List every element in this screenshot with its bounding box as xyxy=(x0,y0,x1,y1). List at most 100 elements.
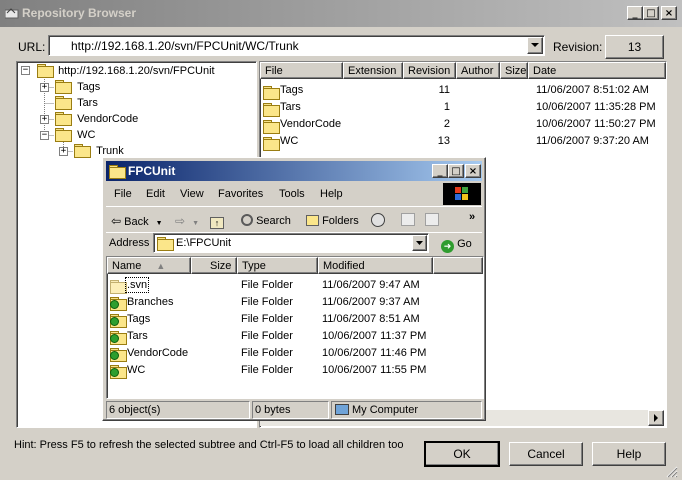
toolbar-overflow-button[interactable]: » xyxy=(469,208,475,226)
cancel-button[interactable]: Cancel xyxy=(509,442,583,466)
tree-item-label: Trunk xyxy=(96,145,124,157)
file-name: WC xyxy=(280,135,299,147)
up-folder-button[interactable]: ↑ xyxy=(210,212,224,230)
tree-item-vendorcode[interactable]: + VendorCode xyxy=(40,111,138,127)
maximize-button[interactable]: □ xyxy=(643,6,659,20)
svn-status-icon xyxy=(110,334,119,343)
tree-item-label: VendorCode xyxy=(77,113,139,125)
go-label: Go xyxy=(457,238,472,250)
column-header-revision[interactable]: Revision xyxy=(403,62,456,79)
list-item[interactable]: .svn File Folder 11/06/2007 9:47 AM xyxy=(107,277,481,294)
list-item[interactable]: Tars File Folder 10/06/2007 11:37 PM xyxy=(107,328,481,345)
cancel-button-label: Cancel xyxy=(527,447,565,461)
list-item[interactable]: Tags 11 11/06/2007 8:51:02 AM xyxy=(260,82,664,100)
help-button-label: Help xyxy=(616,447,642,461)
explorer-title-bar[interactable]: FPCUnit _ □ × xyxy=(106,161,482,181)
column-header-size[interactable]: Size xyxy=(500,62,528,79)
title-bar[interactable]: Repository Browser _ □ × xyxy=(0,0,682,27)
list-item[interactable]: Branches File Folder 11/06/2007 9:37 AM xyxy=(107,294,481,311)
folder-icon xyxy=(263,137,280,151)
url-dropdown-button[interactable] xyxy=(527,37,543,54)
menu-edit[interactable]: Edit xyxy=(146,186,165,202)
folder-icon xyxy=(74,144,91,158)
forward-button[interactable]: ⇨ ▼ xyxy=(175,212,199,230)
up-folder-icon: ↑ xyxy=(210,217,224,229)
revision-button[interactable]: 13 xyxy=(605,35,664,59)
explorer-window[interactable]: FPCUnit _ □ × File Edit View Favorites T… xyxy=(102,157,486,421)
menu-help[interactable]: Help xyxy=(320,186,343,202)
file-date: 11/06/2007 9:37:20 AM xyxy=(536,135,649,147)
expand-icon[interactable]: + xyxy=(40,83,49,92)
file-modified: 11/06/2007 9:37 AM xyxy=(322,296,420,308)
minimize-button[interactable]: _ xyxy=(627,6,643,20)
computer-icon xyxy=(335,404,349,415)
file-modified: 10/06/2007 11:37 PM xyxy=(322,330,427,342)
list-item[interactable]: VendorCode 2 10/06/2007 11:50:27 PM xyxy=(260,116,664,134)
collapse-icon[interactable]: − xyxy=(40,131,49,140)
column-header-date[interactable]: Date xyxy=(528,62,666,79)
column-header-author[interactable]: Author xyxy=(456,62,500,79)
back-button[interactable]: ⇦ Back ▼ xyxy=(111,212,163,230)
svn-status-icon xyxy=(110,351,119,360)
menu-favorites[interactable]: Favorites xyxy=(218,186,263,202)
column-header-file[interactable]: File xyxy=(260,62,343,79)
address-value: E:\FPCUnit xyxy=(176,237,232,249)
expand-icon[interactable]: + xyxy=(40,115,49,124)
explorer-minimize-button[interactable]: _ xyxy=(432,164,448,178)
file-name: Tars xyxy=(280,101,301,113)
column-header-modified[interactable]: Modified xyxy=(318,257,433,274)
folder-icon xyxy=(37,64,54,78)
chevron-down-icon xyxy=(531,43,539,47)
folders-button[interactable]: Folders xyxy=(306,212,359,230)
svn-status-icon xyxy=(110,368,119,377)
menu-tools[interactable]: Tools xyxy=(279,186,305,202)
chevron-down-icon xyxy=(416,241,423,245)
folders-label: Folders xyxy=(322,215,359,227)
address-field[interactable]: E:\FPCUnit xyxy=(153,233,429,253)
tree-item-tags[interactable]: + Tags xyxy=(40,79,100,95)
menu-view[interactable]: View xyxy=(180,186,204,202)
menu-separator xyxy=(106,206,482,207)
tree-item-wc[interactable]: − WC xyxy=(40,127,95,143)
ok-button[interactable]: OK xyxy=(424,441,500,467)
menu-file[interactable]: File xyxy=(114,186,132,202)
collapse-icon[interactable]: − xyxy=(21,66,30,75)
close-button[interactable]: × xyxy=(661,6,677,20)
list-item[interactable]: WC File Folder 10/06/2007 11:55 PM xyxy=(107,362,481,379)
explorer-maximize-button[interactable]: □ xyxy=(448,164,464,178)
column-header-name[interactable]: Name ▲ xyxy=(107,257,191,274)
explorer-close-button[interactable]: × xyxy=(465,164,481,178)
chevron-down-icon: ▼ xyxy=(155,220,163,227)
column-header-size[interactable]: Size xyxy=(191,257,237,274)
copy-to-button[interactable] xyxy=(425,212,439,230)
file-date: 10/06/2007 11:50:27 PM xyxy=(536,118,656,130)
search-label: Search xyxy=(256,215,291,227)
tree-item-tars[interactable]: Tars xyxy=(55,95,98,111)
list-item[interactable]: Tags File Folder 11/06/2007 8:51 AM xyxy=(107,311,481,328)
move-to-button[interactable] xyxy=(401,212,415,230)
column-header-filler xyxy=(433,257,483,274)
file-modified: 10/06/2007 11:46 PM xyxy=(322,347,427,359)
address-dropdown-button[interactable] xyxy=(412,235,427,251)
folder-icon xyxy=(110,280,127,294)
column-header-type[interactable]: Type xyxy=(237,257,318,274)
help-button[interactable]: Help xyxy=(592,442,666,466)
file-modified: 10/06/2007 11:55 PM xyxy=(322,364,427,376)
history-button[interactable] xyxy=(371,212,385,230)
column-header-extension[interactable]: Extension xyxy=(343,62,403,79)
svn-status-icon xyxy=(110,317,119,326)
list-item[interactable]: Tars 1 10/06/2007 11:35:28 PM xyxy=(260,99,664,117)
expand-icon[interactable]: + xyxy=(59,147,68,156)
search-button[interactable]: Search xyxy=(241,212,291,230)
go-button[interactable]: ➜ Go xyxy=(441,236,472,253)
size-grip-icon[interactable] xyxy=(666,466,678,478)
history-icon xyxy=(371,213,385,227)
explorer-file-list[interactable]: Name ▲ Size Type Modified .svn File Fold… xyxy=(106,256,484,399)
list-item[interactable]: WC 13 11/06/2007 9:37:20 AM xyxy=(260,133,664,151)
status-objects-text: 6 object(s) xyxy=(109,404,161,416)
scroll-right-button[interactable] xyxy=(648,410,664,426)
move-to-icon xyxy=(401,213,415,226)
tree-item-root[interactable]: − http://192.168.1.20/svn/FPCUnit xyxy=(21,63,215,79)
url-combobox[interactable]: http://192.168.1.20/svn/FPCUnit/WC/Trunk xyxy=(48,35,545,56)
list-item[interactable]: VendorCode File Folder 10/06/2007 11:46 … xyxy=(107,345,481,362)
